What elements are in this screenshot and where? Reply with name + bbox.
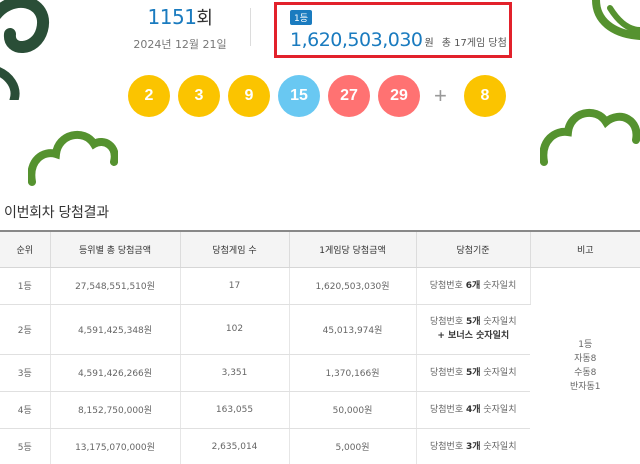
per-game-amount-cell: 1,370,166원 (289, 354, 417, 392)
number-ball-6: 29 (378, 75, 420, 117)
total-amount-cell: 13,175,070,000원 (50, 428, 181, 464)
table-row: 1등 27,548,551,510원 17 1,620,503,030원 당첨번… (0, 267, 640, 464)
decorative-green-cloud-left (28, 131, 118, 186)
criteria-cell: 당첨번호 3개 숫자일치 (416, 428, 530, 464)
number-ball-5: 27 (328, 75, 370, 117)
criteria-cell: 당첨번호 5개 숫자일치 (416, 354, 530, 392)
rank-cell: 2등 (0, 304, 51, 355)
first-prize-amount: 1,620,503,030 (290, 29, 423, 51)
total-amount-cell: 27,548,551,510원 (50, 267, 181, 305)
total-amount-cell: 4,591,426,266원 (50, 354, 181, 392)
criteria-cell: 당첨번호 4개 숫자일치 (416, 391, 530, 429)
plus-sign: + (434, 83, 447, 108)
header-divider (250, 8, 251, 46)
rank-cell: 3등 (0, 354, 51, 392)
header-note: 비고 (530, 230, 640, 268)
criteria-cell: 당첨번호 6개 숫자일치 (416, 267, 531, 305)
round-title: 1151회 (110, 4, 250, 30)
first-prize-winners: 총 17게임 당첨 (441, 38, 507, 49)
first-prize-highlight: 1등 1,620,503,030 원 총 17게임 당첨 (274, 2, 512, 58)
rank-cell: 1등 (0, 267, 51, 305)
decorative-green-swirl-top-left (0, 0, 49, 100)
winning-games-cell: 102 (180, 304, 290, 355)
header-winning-games: 당첨게임 수 (180, 230, 290, 268)
per-game-amount-cell: 5,000원 (289, 428, 417, 464)
note-line-4: 반자동1 (569, 382, 601, 392)
note-cell: 1등 자동8 수동8 반자동1 (530, 267, 640, 464)
header-rank: 순위 (0, 230, 51, 268)
header-per-game-amount: 1게임당 당첨금액 (289, 230, 417, 268)
note-line-1: 1등 (578, 340, 593, 350)
winning-games-cell: 163,055 (180, 391, 290, 429)
results-section-title: 이번회차 당첨결과 (4, 205, 109, 221)
total-amount-cell: 4,591,425,348원 (50, 304, 181, 355)
winning-games-cell: 17 (180, 267, 290, 305)
prize-results-table: 순위 등위별 총 당첨금액 당첨게임 수 1게임당 당첨금액 당첨기준 비고 1… (0, 230, 640, 464)
criteria-cell: 당첨번호 5개 숫자일치 + 보너스 숫자일치 (416, 304, 530, 355)
per-game-amount-cell: 50,000원 (289, 391, 417, 429)
round-unit: 회 (196, 8, 213, 29)
winning-games-cell: 3,351 (180, 354, 290, 392)
decorative-green-leaf-top-right (592, 0, 640, 40)
rank-cell: 5등 (0, 428, 51, 464)
bonus-ball: 8 (464, 75, 506, 117)
number-ball-2: 3 (178, 75, 220, 117)
per-game-amount-cell: 1,620,503,030원 (289, 267, 417, 305)
winning-games-cell: 2,635,014 (180, 428, 290, 464)
draw-round-info: 1151회 2024년 12월 21일 (110, 4, 250, 52)
rank-cell: 4등 (0, 391, 51, 429)
round-number: 1151 (147, 5, 197, 29)
header-criteria: 당첨기준 (416, 230, 531, 268)
decorative-green-cloud-right (540, 109, 640, 166)
first-prize-badge: 1등 (290, 10, 313, 25)
table-header-row: 순위 등위별 총 당첨금액 당첨게임 수 1게임당 당첨금액 당첨기준 비고 (0, 230, 640, 268)
number-ball-3: 9 (228, 75, 270, 117)
header-total-amount: 등위별 총 당첨금액 (50, 230, 181, 268)
total-amount-cell: 8,152,750,000원 (50, 391, 181, 429)
first-prize-currency: 원 (424, 38, 434, 49)
draw-date: 2024년 12월 21일 (133, 38, 227, 51)
note-line-3: 수동8 (574, 368, 597, 378)
number-ball-4: 15 (278, 75, 320, 117)
note-line-2: 자동8 (574, 354, 597, 364)
per-game-amount-cell: 45,013,974원 (289, 304, 417, 355)
number-ball-1: 2 (128, 75, 170, 117)
